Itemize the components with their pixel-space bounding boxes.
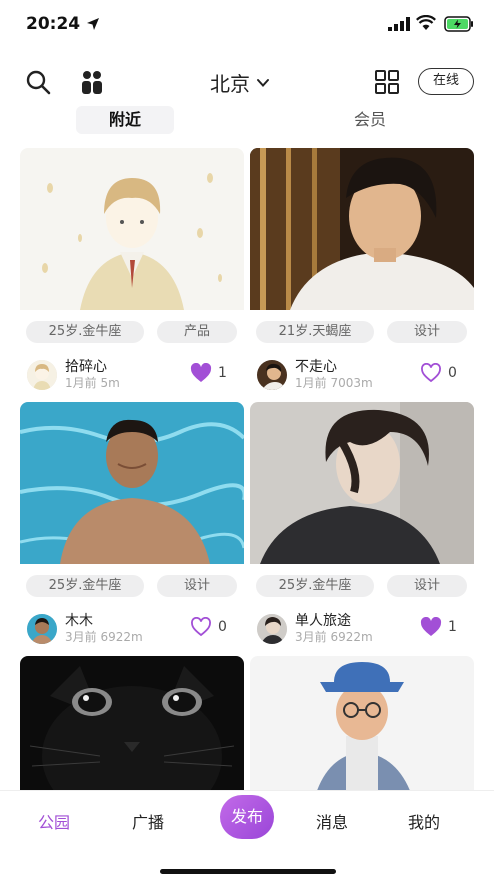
tab-bar: 附近 会员 (0, 104, 494, 136)
user-card[interactable]: 25岁.金牛座 产品 拾碎心 1月前 5m 1 (20, 148, 244, 392)
user-name: 拾碎心 (65, 359, 107, 375)
like-count: 0 (218, 619, 227, 635)
tab-member[interactable]: 会员 (322, 106, 418, 134)
nav-me[interactable]: 我的 (408, 809, 440, 833)
battery-charging-icon (444, 16, 473, 32)
user-card[interactable] (250, 656, 474, 790)
avatar[interactable] (27, 360, 57, 390)
user-photo[interactable] (20, 656, 244, 790)
profession-tag: 设计 (387, 575, 467, 597)
heart-filled-icon[interactable] (420, 617, 442, 637)
heart-filled-icon[interactable] (190, 363, 212, 383)
profession-tag: 设计 (387, 321, 467, 343)
chevron-down-icon (257, 78, 269, 87)
like-count: 0 (448, 365, 457, 381)
user-name: 不走心 (295, 359, 337, 375)
user-card[interactable] (20, 656, 244, 790)
publish-button[interactable]: 发布 (220, 795, 274, 839)
bottom-nav: 公园 广播 发布 消息 我的 (0, 790, 494, 880)
user-feed[interactable]: 25岁.金牛座 产品 拾碎心 1月前 5m 1 21岁.天蝎座 设计 不走心 1… (0, 148, 494, 790)
user-photo[interactable] (20, 402, 244, 564)
nav-messages[interactable]: 消息 (316, 809, 348, 833)
location-arrow-icon (87, 18, 99, 30)
profession-tag: 设计 (157, 575, 237, 597)
avatar[interactable] (257, 360, 287, 390)
like-count: 1 (448, 619, 457, 635)
home-indicator (160, 869, 336, 874)
nav-park[interactable]: 公园 (38, 809, 70, 833)
age-zodiac-tag: 21岁.天蝎座 (256, 321, 374, 343)
post-meta: 1月前 5m (65, 376, 120, 390)
user-name: 单人旅途 (295, 613, 351, 629)
user-card[interactable]: 25岁.金牛座 设计 木木 3月前 6922m 0 (20, 402, 244, 646)
wifi-icon (416, 15, 436, 30)
heart-outline-icon[interactable] (420, 363, 442, 383)
city-label: 北京 (210, 72, 250, 96)
post-meta: 3月前 6922m (295, 630, 373, 644)
user-photo[interactable] (250, 656, 474, 790)
heart-outline-icon[interactable] (190, 617, 212, 637)
online-filter-button[interactable]: 在线 (418, 68, 474, 95)
status-time: 20:24 (26, 14, 81, 34)
avatar[interactable] (27, 614, 57, 644)
user-photo[interactable] (20, 148, 244, 310)
post-meta: 3月前 6922m (65, 630, 143, 644)
status-bar: 20:24 (0, 0, 494, 50)
nav-broadcast[interactable]: 广播 (132, 809, 164, 833)
user-card[interactable]: 25岁.金牛座 设计 单人旅途 3月前 6922m 1 (250, 402, 474, 646)
layout-grid-icon[interactable] (374, 69, 400, 95)
age-zodiac-tag: 25岁.金牛座 (26, 321, 144, 343)
people-icon[interactable] (78, 68, 106, 96)
user-photo[interactable] (250, 402, 474, 564)
top-bar: 北京 在线 (0, 58, 494, 104)
age-zodiac-tag: 25岁.金牛座 (26, 575, 144, 597)
cellular-signal-icon (388, 17, 410, 31)
user-name: 木木 (65, 613, 93, 629)
user-card[interactable]: 21岁.天蝎座 设计 不走心 1月前 7003m 0 (250, 148, 474, 392)
user-photo[interactable] (250, 148, 474, 310)
age-zodiac-tag: 25岁.金牛座 (256, 575, 374, 597)
profession-tag: 产品 (157, 321, 237, 343)
search-icon[interactable] (24, 68, 52, 96)
like-count: 1 (218, 365, 227, 381)
tab-nearby[interactable]: 附近 (76, 106, 174, 134)
avatar[interactable] (257, 614, 287, 644)
post-meta: 1月前 7003m (295, 376, 373, 390)
city-selector[interactable]: 北京 (210, 68, 270, 97)
